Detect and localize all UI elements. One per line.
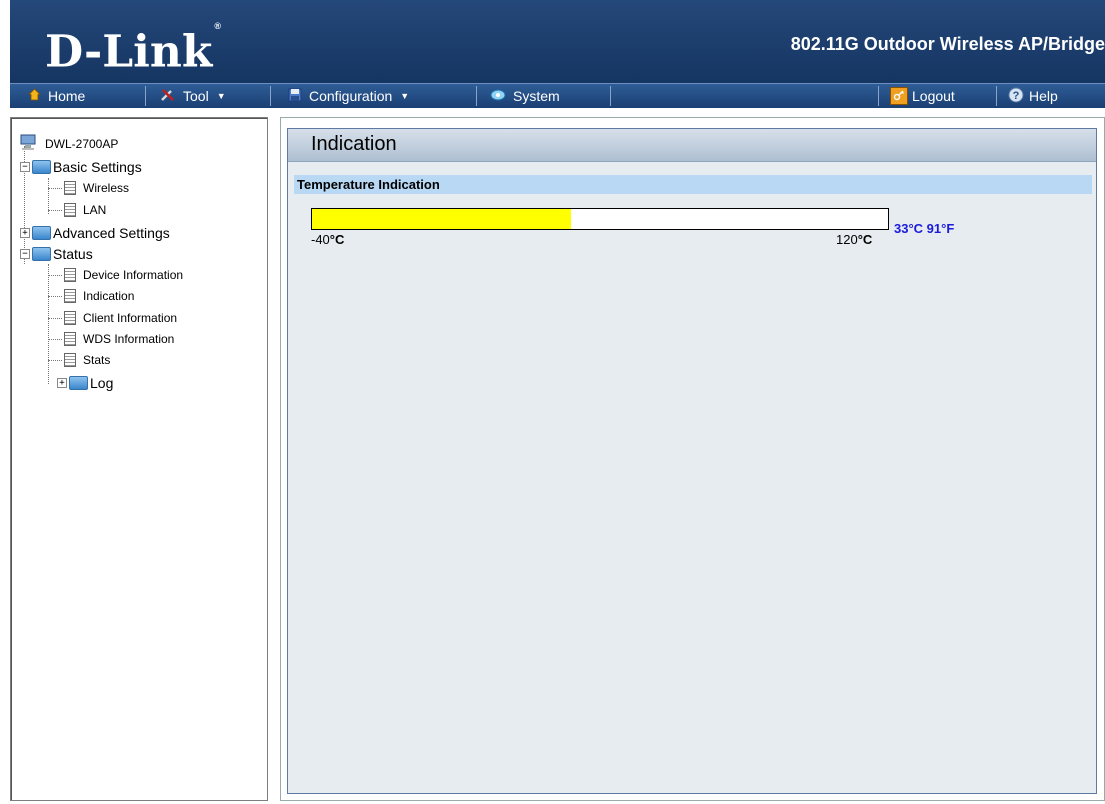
temperature-max-label: 120°C bbox=[836, 232, 872, 247]
menu-separator bbox=[270, 86, 271, 106]
section-title: Temperature Indication bbox=[297, 177, 440, 192]
tree-item-basic-settings[interactable]: − Basic Settings bbox=[20, 159, 142, 175]
logout-button[interactable]: Logout bbox=[890, 84, 955, 108]
section-header: Temperature Indication bbox=[294, 175, 1092, 194]
home-label: Home bbox=[48, 88, 86, 104]
logo-text: D-Link bbox=[45, 26, 213, 78]
tree-item-device-information[interactable]: Device Information bbox=[48, 268, 183, 282]
page-icon bbox=[64, 311, 76, 325]
chevron-down-icon: ▼ bbox=[400, 91, 410, 101]
folder-open-icon bbox=[32, 160, 51, 174]
menu-separator bbox=[878, 86, 879, 106]
tree-item-label: Basic Settings bbox=[53, 159, 142, 175]
tree-item-label: Log bbox=[90, 375, 114, 391]
page-title-bar: Indication bbox=[288, 129, 1096, 162]
expand-icon[interactable]: + bbox=[20, 228, 30, 238]
configuration-label: Configuration bbox=[309, 88, 393, 104]
tree-connector bbox=[48, 295, 62, 297]
tool-label: Tool bbox=[183, 88, 209, 104]
tree-connector bbox=[48, 187, 62, 189]
unit-c: °C bbox=[329, 232, 345, 247]
key-icon bbox=[890, 87, 908, 105]
tree-item-label: Indication bbox=[83, 289, 135, 303]
tree-item-label: Status bbox=[53, 246, 93, 262]
menu-separator bbox=[996, 86, 997, 106]
help-label: Help bbox=[1029, 88, 1058, 104]
page-icon bbox=[64, 181, 76, 195]
navigation-tree: DWL-2700AP − Basic Settings Wireless LAN… bbox=[10, 117, 268, 801]
page-icon bbox=[64, 268, 76, 282]
configuration-menu[interactable]: Configuration ▼ bbox=[288, 84, 409, 108]
tree-item-label: Client Information bbox=[83, 311, 178, 325]
tree-item-stats[interactable]: Stats bbox=[48, 353, 110, 367]
tree-item-label: Device Information bbox=[83, 268, 184, 282]
menu-separator bbox=[610, 86, 611, 106]
tree-item-label: WDS Information bbox=[83, 332, 175, 346]
temperature-bar bbox=[311, 208, 889, 230]
tool-icon bbox=[160, 88, 176, 105]
chevron-down-icon: ▼ bbox=[216, 91, 226, 101]
system-menu[interactable]: System bbox=[490, 84, 560, 108]
folder-icon bbox=[69, 376, 88, 390]
tree-item-indication[interactable]: Indication bbox=[48, 289, 134, 303]
folder-open-icon bbox=[32, 247, 51, 261]
tree-item-wds-information[interactable]: WDS Information bbox=[48, 332, 174, 346]
unit-c: °C bbox=[857, 232, 873, 247]
app-header: D-Link® 802.11G Outdoor Wireless AP/Brid… bbox=[10, 0, 1105, 88]
computer-icon bbox=[19, 133, 41, 154]
tree-connector bbox=[48, 274, 62, 276]
dlink-logo: D-Link® bbox=[45, 21, 222, 78]
tree-connector bbox=[48, 317, 62, 319]
tree-item-device-root[interactable]: DWL-2700AP bbox=[19, 133, 118, 154]
tree-item-client-information[interactable]: Client Information bbox=[48, 311, 177, 325]
page-title: Indication bbox=[311, 133, 397, 155]
save-disk-icon bbox=[288, 88, 302, 105]
tree-connector bbox=[48, 338, 62, 340]
help-icon: ? bbox=[1008, 87, 1024, 106]
tree-item-label: Advanced Settings bbox=[53, 225, 170, 241]
content-frame: Indication Temperature Indication -40°C … bbox=[287, 128, 1097, 794]
tree-item-advanced-settings[interactable]: + Advanced Settings bbox=[20, 225, 170, 241]
page-icon bbox=[64, 289, 76, 303]
page-icon bbox=[64, 332, 76, 346]
page-icon bbox=[64, 203, 76, 217]
tree-item-label: DWL-2700AP bbox=[45, 136, 119, 151]
tree-item-status[interactable]: − Status bbox=[20, 246, 93, 262]
collapse-icon[interactable]: − bbox=[20, 162, 30, 172]
logout-label: Logout bbox=[912, 88, 955, 104]
expand-icon[interactable]: + bbox=[57, 378, 67, 388]
system-label: System bbox=[513, 88, 560, 104]
menu-separator bbox=[476, 86, 477, 106]
tree-item-label: Stats bbox=[83, 353, 111, 367]
tree-item-log[interactable]: + Log bbox=[57, 375, 113, 391]
registered-mark: ® bbox=[214, 21, 222, 31]
home-icon bbox=[28, 88, 41, 104]
help-button[interactable]: ? Help bbox=[1008, 84, 1058, 108]
top-menu-bar: Home Tool ▼ Configuration ▼ System Logou… bbox=[10, 83, 1105, 108]
temperature-readout: 33°C 91°F bbox=[894, 221, 955, 236]
folder-icon bbox=[32, 226, 51, 240]
collapse-icon[interactable]: − bbox=[20, 249, 30, 259]
temp-min-value: -40 bbox=[311, 232, 330, 247]
temp-max-value: 120 bbox=[836, 232, 858, 247]
tree-item-label: Wireless bbox=[83, 181, 130, 195]
temperature-min-label: -40°C bbox=[311, 232, 344, 247]
temperature-bar-fill bbox=[312, 209, 572, 229]
tree-item-label: LAN bbox=[83, 203, 107, 217]
tree-connector bbox=[48, 359, 62, 361]
tree-connector bbox=[48, 209, 62, 211]
product-title: 802.11G Outdoor Wireless AP/Bridge bbox=[790, 34, 1105, 54]
tree-item-wireless[interactable]: Wireless bbox=[48, 181, 129, 195]
tree-item-lan[interactable]: LAN bbox=[48, 203, 106, 217]
svg-text:?: ? bbox=[1013, 90, 1020, 102]
system-icon bbox=[490, 88, 506, 105]
menu-separator bbox=[145, 86, 146, 106]
page-icon bbox=[64, 353, 76, 367]
home-menu[interactable]: Home bbox=[28, 84, 85, 108]
tool-menu[interactable]: Tool ▼ bbox=[160, 84, 226, 108]
